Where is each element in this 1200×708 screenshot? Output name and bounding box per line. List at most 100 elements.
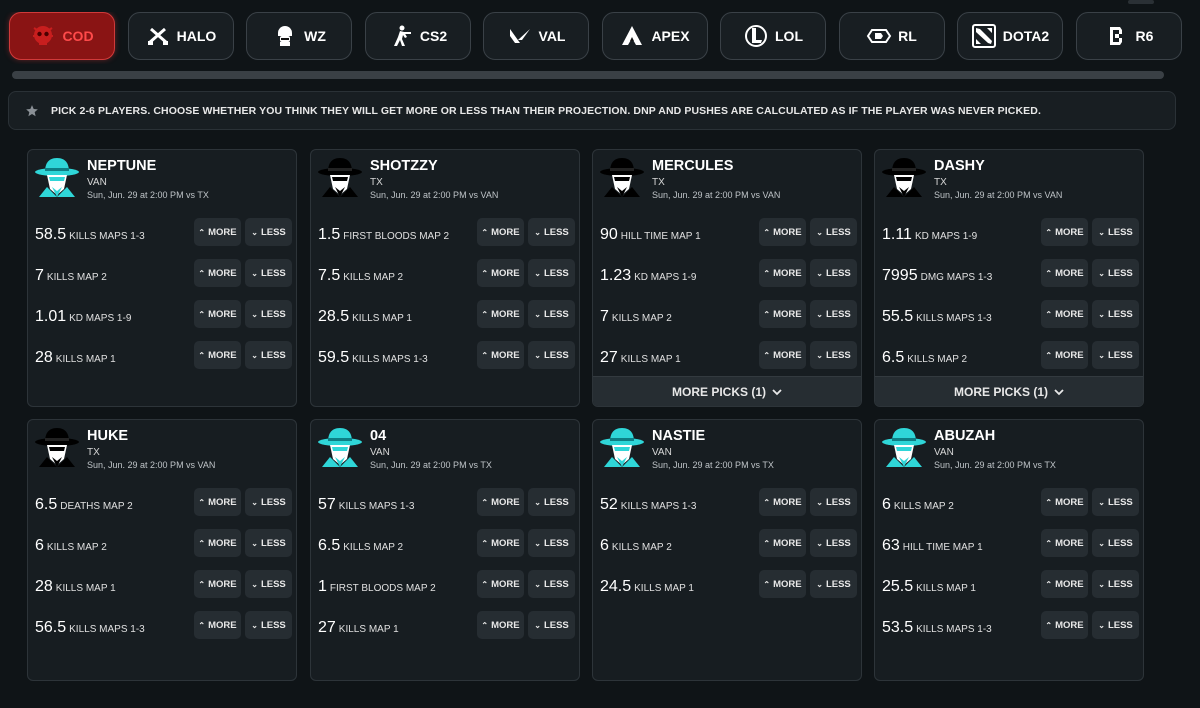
less-button[interactable]: ⌄ LESS — [1092, 259, 1139, 287]
prop-stat: FIRST BLOODS MAP 2 — [343, 231, 450, 242]
more-button[interactable]: ⌃ MORE — [194, 259, 241, 287]
more-button[interactable]: ⌃ MORE — [1041, 611, 1088, 639]
less-button[interactable]: ⌄ LESS — [245, 218, 292, 246]
more-button[interactable]: ⌃ MORE — [1041, 300, 1088, 328]
less-button[interactable]: ⌄ LESS — [810, 300, 857, 328]
less-button[interactable]: ⌄ LESS — [245, 611, 292, 639]
warzone-soldier-icon — [272, 23, 298, 49]
prop-stat: KILLS MAP 2 — [343, 272, 404, 283]
more-button[interactable]: ⌃ MORE — [759, 529, 806, 557]
tab-lol[interactable]: LOL — [720, 12, 826, 60]
more-button[interactable]: ⌃ MORE — [759, 570, 806, 598]
chevron-down-icon: ⌄ — [534, 309, 541, 319]
more-button[interactable]: ⌃ MORE — [477, 611, 524, 639]
more-button[interactable]: ⌃ MORE — [1041, 341, 1088, 369]
less-button[interactable]: ⌄ LESS — [528, 259, 575, 287]
less-button[interactable]: ⌄ LESS — [1092, 300, 1139, 328]
less-button[interactable]: ⌄ LESS — [810, 341, 857, 369]
tab-cs2[interactable]: CS2 — [364, 12, 471, 60]
tab-dota2[interactable]: DOTA2 — [957, 12, 1063, 60]
more-button[interactable]: ⌃ MORE — [194, 300, 241, 328]
more-button[interactable]: ⌃ MORE — [759, 341, 806, 369]
tab-val[interactable]: VAL — [483, 12, 589, 60]
player-card: DASHY TX Sun, Jun. 29 at 2:00 PM vs VAN 1.1… — [874, 149, 1144, 407]
tab-apex[interactable]: APEX — [601, 12, 708, 60]
less-button[interactable]: ⌄ LESS — [245, 300, 292, 328]
more-button[interactable]: ⌃ MORE — [759, 488, 806, 516]
less-button[interactable]: ⌄ LESS — [1092, 218, 1139, 246]
tabs-scrollbar[interactable] — [12, 71, 1164, 79]
more-label: MORE — [773, 537, 802, 549]
more-button[interactable]: ⌃ MORE — [194, 611, 241, 639]
prop-stat: KILLS MAP 2 — [46, 272, 107, 283]
less-button[interactable]: ⌄ LESS — [1092, 570, 1139, 598]
chevron-down-icon: ⌄ — [251, 538, 258, 548]
more-button[interactable]: ⌃ MORE — [194, 529, 241, 557]
more-button[interactable]: ⌃ MORE — [1041, 218, 1088, 246]
tab-label: R6 — [1135, 28, 1154, 44]
more-button[interactable]: ⌃ MORE — [477, 218, 524, 246]
less-button[interactable]: ⌄ LESS — [810, 488, 857, 516]
less-button[interactable]: ⌄ LESS — [245, 529, 292, 557]
tab-wz[interactable]: WZ — [246, 12, 352, 60]
tab-rl[interactable]: RL — [838, 12, 945, 60]
prop-row: 53.5 KILLS MAPS 1-3 ⌃ MORE ⌄ LESS — [875, 611, 1143, 645]
less-button[interactable]: ⌄ LESS — [528, 300, 575, 328]
chevron-down-icon: ⌄ — [1098, 350, 1105, 360]
chevron-down-icon: ⌄ — [534, 227, 541, 237]
tab-cod[interactable]: COD — [9, 12, 115, 60]
less-button[interactable]: ⌄ LESS — [245, 259, 292, 287]
less-button[interactable]: ⌄ LESS — [245, 488, 292, 516]
more-button[interactable]: ⌃ MORE — [759, 259, 806, 287]
more-button[interactable]: ⌃ MORE — [1041, 529, 1088, 557]
less-button[interactable]: ⌄ LESS — [528, 570, 575, 598]
less-button[interactable]: ⌄ LESS — [528, 529, 575, 557]
less-label: LESS — [260, 226, 286, 238]
chevron-down-icon: ⌄ — [816, 350, 823, 360]
less-button[interactable]: ⌄ LESS — [245, 570, 292, 598]
more-picks-button[interactable]: MORE PICKS (1) — [875, 376, 1143, 406]
more-button[interactable]: ⌃ MORE — [194, 570, 241, 598]
less-button[interactable]: ⌄ LESS — [528, 218, 575, 246]
more-button[interactable]: ⌃ MORE — [759, 218, 806, 246]
less-button[interactable]: ⌄ LESS — [1092, 488, 1139, 516]
more-button[interactable]: ⌃ MORE — [759, 300, 806, 328]
more-button[interactable]: ⌃ MORE — [477, 529, 524, 557]
more-picks-button[interactable]: MORE PICKS (1) — [593, 376, 861, 406]
less-button[interactable]: ⌄ LESS — [1092, 611, 1139, 639]
less-button[interactable]: ⌄ LESS — [810, 529, 857, 557]
less-button[interactable]: ⌄ LESS — [1092, 341, 1139, 369]
less-button[interactable]: ⌄ LESS — [245, 341, 292, 369]
more-button[interactable]: ⌃ MORE — [1041, 488, 1088, 516]
tab-r6[interactable]: R6 — [1075, 12, 1182, 60]
less-button[interactable]: ⌄ LESS — [528, 611, 575, 639]
less-label: LESS — [260, 308, 286, 320]
less-button[interactable]: ⌄ LESS — [810, 570, 857, 598]
more-button[interactable]: ⌃ MORE — [477, 259, 524, 287]
less-button[interactable]: ⌄ LESS — [528, 488, 575, 516]
more-button[interactable]: ⌃ MORE — [194, 341, 241, 369]
more-button[interactable]: ⌃ MORE — [477, 488, 524, 516]
more-button[interactable]: ⌃ MORE — [194, 218, 241, 246]
game-time: Sun, Jun. 29 at 2:00 PM vs VAN — [652, 190, 781, 200]
rocket-league-logo-icon — [866, 23, 892, 49]
more-button[interactable]: ⌃ MORE — [477, 341, 524, 369]
less-label: LESS — [543, 619, 569, 631]
more-label: MORE — [208, 578, 237, 590]
more-button[interactable]: ⌃ MORE — [194, 488, 241, 516]
less-button[interactable]: ⌄ LESS — [1092, 529, 1139, 557]
more-button[interactable]: ⌃ MORE — [1041, 570, 1088, 598]
game-time: Sun, Jun. 29 at 2:00 PM vs TX — [934, 460, 1056, 470]
tab-halo[interactable]: HALO — [127, 12, 234, 60]
prop-stat: KD MAPS 1-9 — [914, 231, 978, 242]
less-label: LESS — [543, 349, 569, 361]
less-button[interactable]: ⌄ LESS — [810, 259, 857, 287]
less-button[interactable]: ⌄ LESS — [528, 341, 575, 369]
more-button[interactable]: ⌃ MORE — [477, 300, 524, 328]
player-card: HUKE TX Sun, Jun. 29 at 2:00 PM vs VAN 6.5 D… — [27, 419, 297, 681]
less-button[interactable]: ⌄ LESS — [810, 218, 857, 246]
more-button[interactable]: ⌃ MORE — [477, 570, 524, 598]
prop-row: 1.01 KD MAPS 1-9 ⌃ MORE ⌄ LESS — [28, 300, 296, 334]
more-button[interactable]: ⌃ MORE — [1041, 259, 1088, 287]
chevron-down-icon — [1054, 388, 1064, 396]
